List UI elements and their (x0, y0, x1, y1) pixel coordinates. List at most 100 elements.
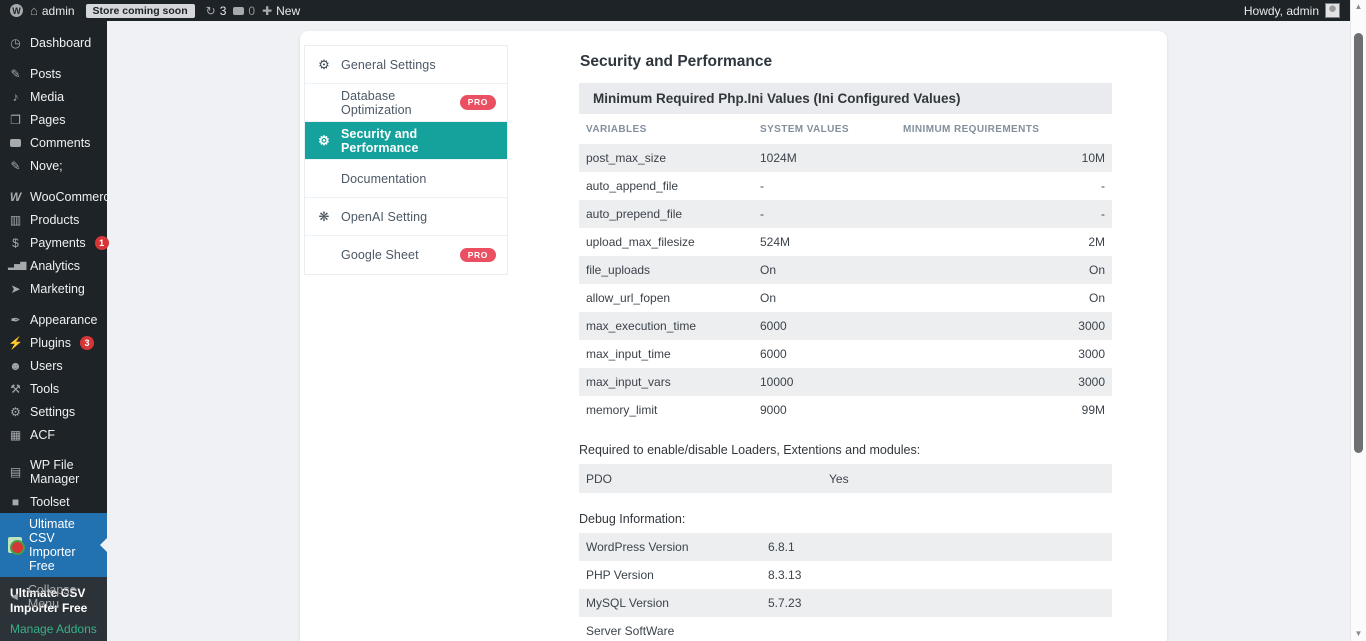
tab-label: OpenAI Setting (341, 210, 427, 224)
sidebar-item-label: Products (30, 213, 79, 227)
tab-general-settings[interactable]: ⚙General Settings (305, 46, 507, 84)
wordpress-logo-icon[interactable]: W (10, 4, 23, 17)
sidebar-item-label: WooCommerce (30, 190, 117, 204)
site-menu[interactable]: ⌂ admin (30, 4, 75, 18)
sidebar-item-payments[interactable]: $Payments1 (0, 231, 107, 254)
sidebar-item-products[interactable]: ▥Products (0, 208, 107, 231)
table-row: PHP Version8.3.13 (579, 561, 1112, 589)
howdy-text: Howdy, admin (1244, 4, 1319, 18)
sidebar-item-acf[interactable]: ▦ ACF (0, 423, 107, 446)
users-icon: ☻ (8, 360, 23, 372)
table-row: PDOYes (579, 464, 1112, 493)
cell-system-value: - (760, 207, 903, 221)
scroll-down-arrow-icon[interactable]: ▼ (1351, 629, 1366, 639)
sidebar-item-toolset[interactable]: ■Toolset (0, 490, 107, 513)
cell-system-value: 1024M (760, 151, 903, 165)
cell-minimum-requirement: On (903, 291, 1105, 305)
new-label: New (276, 4, 300, 18)
sidebar-item-users[interactable]: ☻ Users (0, 354, 107, 377)
cell-variable: max_execution_time (586, 319, 760, 333)
dashboard-icon: ◷ (8, 37, 23, 49)
debug-heading: Debug Information: (579, 511, 1112, 527)
sidebar-item-analytics[interactable]: ▂▅▇Analytics (0, 254, 107, 277)
pro-badge: PRO (460, 248, 496, 263)
sidebar-item-ultimate-csv-importer[interactable]: Ultimate CSV Importer Free (0, 513, 107, 577)
table-row: file_uploadsOnOn (579, 256, 1112, 284)
cell-variable: post_max_size (586, 151, 760, 165)
sidebar-item-comments[interactable]: Comments (0, 131, 107, 154)
sidebar-item-dashboard[interactable]: ◷Dashboard (0, 31, 107, 54)
update-count: 3 (220, 4, 227, 18)
sidebar-item-label: Users (30, 359, 63, 373)
cell-minimum-requirement: - (903, 179, 1105, 193)
sidebar-item-settings[interactable]: ⚙ Settings (0, 400, 107, 423)
new-menu[interactable]: ✚ New (262, 4, 300, 18)
sidebar-item-label: Analytics (30, 259, 80, 273)
cell-minimum-requirement: 3000 (903, 319, 1105, 333)
workspace: ⚙General SettingsDatabase OptimizationPR… (107, 21, 1350, 641)
cell-variable: auto_append_file (586, 179, 760, 193)
tab-database-optimization[interactable]: Database OptimizationPRO (305, 84, 507, 122)
tab-security-and-performance[interactable]: ⚙Security and Performance (305, 122, 507, 160)
settings-icon: ⚙ (8, 406, 23, 418)
comments-menu[interactable]: 0 (233, 4, 255, 18)
sidebar-item-pages[interactable]: ❐Pages (0, 108, 107, 131)
tab-label: Google Sheet (341, 248, 419, 262)
scroll-up-arrow-icon[interactable]: ▲ (1351, 2, 1366, 12)
sidebar-item-plugins[interactable]: ⚡Plugins3 (0, 331, 107, 354)
cell-variable: file_uploads (586, 263, 760, 277)
tab-label: Documentation (341, 172, 426, 186)
updates-menu[interactable]: ↻ 3 (206, 4, 227, 18)
account-menu[interactable]: Howdy, admin (1244, 4, 1319, 18)
table-row: auto_append_file-- (579, 172, 1112, 200)
cell-minimum-requirement: - (903, 207, 1105, 221)
submenu-item-manage-addons[interactable]: Manage Addons (0, 619, 107, 640)
cell-variable: auto_prepend_file (586, 207, 760, 221)
cell-variable: upload_max_filesize (586, 235, 760, 249)
tab-label: Security and Performance (341, 127, 496, 155)
scroll-thumb[interactable] (1354, 33, 1363, 453)
cell-key: WordPress Version (586, 540, 768, 554)
sidebar-item-nove-[interactable]: ✎Nove; (0, 154, 107, 177)
sidebar-item-marketing[interactable]: ➤Marketing (0, 277, 107, 300)
collapse-label: Collapse Menu (28, 583, 99, 611)
ini-table-head: VARIABLES SYSTEM VALUES MINIMUM REQUIREM… (579, 114, 1112, 144)
collapse-icon: ◄ (8, 591, 21, 603)
table-row: upload_max_filesize524M2M (579, 228, 1112, 256)
sidebar-item-media[interactable]: ♪Media (0, 85, 107, 108)
pin-icon: ✎ (8, 68, 23, 80)
tab-google-sheet[interactable]: Google Sheet PRO (305, 236, 507, 274)
collapse-menu-button[interactable]: ◄ Collapse Menu (0, 579, 107, 615)
sidebar-item-label: ACF (30, 428, 55, 442)
tab-openai-setting[interactable]: ❋OpenAI Setting (305, 198, 507, 236)
sidebar-item-label: Settings (30, 405, 75, 419)
settings-card: ⚙General SettingsDatabase OptimizationPR… (300, 31, 1167, 641)
sidebar-item-posts[interactable]: ✎ Posts (0, 62, 107, 85)
sidebar-item-appearance[interactable]: ✒Appearance (0, 308, 107, 331)
tab-documentation[interactable]: Documentation (305, 160, 507, 198)
comment-count: 0 (248, 4, 255, 18)
coming-soon-badge[interactable]: Store coming soon (86, 4, 195, 18)
cell-key: Server SoftWare (586, 624, 768, 638)
cell-key: PDO (586, 472, 829, 486)
sidebar-item-tools[interactable]: ⚒Tools (0, 377, 107, 400)
scrollbar[interactable]: ▲ ▼ (1350, 0, 1366, 641)
sidebar-item-label: Payments (30, 236, 86, 250)
sidebar-item-label: Posts (30, 67, 61, 81)
sidebar-item-woocommerce[interactable]: WWooCommerce (0, 185, 107, 208)
toolset-icon: ■ (8, 496, 23, 508)
cell-minimum-requirement: 2M (903, 235, 1105, 249)
folder-icon: ▤ (8, 466, 23, 478)
sidebar-item-wp-file-manager[interactable]: ▤WP File Manager (0, 454, 107, 490)
tools-icon: ⚒ (8, 383, 23, 395)
table-row: max_input_time60003000 (579, 340, 1112, 368)
cell-minimum-requirement: 10M (903, 151, 1105, 165)
avatar[interactable] (1325, 3, 1340, 18)
column-header-minimum-requirements: MINIMUM REQUIREMENTS (903, 124, 1105, 135)
sidebar-item-label: Comments (30, 136, 90, 150)
sidebar-menu: ◷Dashboard ✎ Posts ♪Media❐Pages Comments ✎Nov… (0, 21, 107, 513)
cell-minimum-requirement: On (903, 263, 1105, 277)
home-icon: ⌂ (30, 4, 38, 17)
acf-icon: ▦ (8, 429, 23, 441)
cell-key: MySQL Version (586, 596, 768, 610)
